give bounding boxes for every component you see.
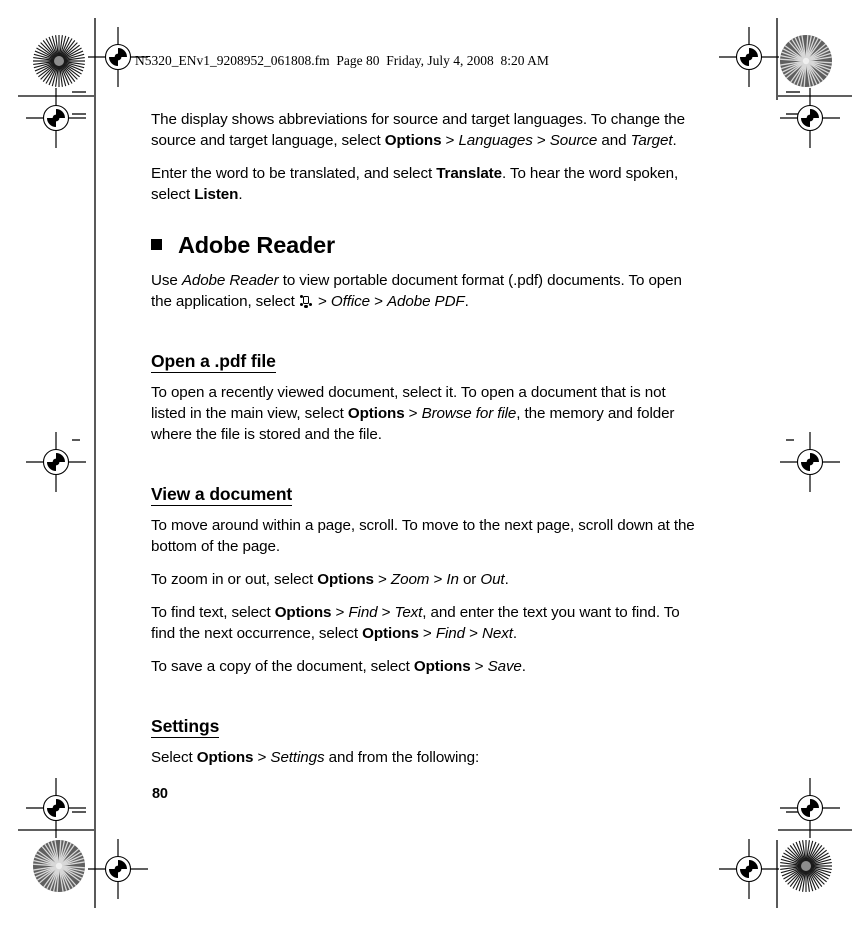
subheading-settings-wrap: Settings: [151, 690, 703, 748]
ui-label-options: Options: [413, 658, 471, 676]
menu-item-text: Text: [394, 604, 423, 622]
menu-item-settings: Settings: [270, 749, 325, 767]
separator: >: [253, 749, 271, 767]
text-run: and: [597, 131, 631, 149]
text-run: Use: [151, 272, 182, 290]
text-run: .: [238, 185, 243, 203]
subheading-open-pdf-wrap: Open a .pdf file: [151, 325, 703, 383]
menu-item-office: Office: [330, 293, 370, 311]
paragraph-display-abbreviations: The display shows abbreviations for sour…: [151, 110, 703, 152]
text-run: .: [512, 625, 517, 643]
text-run: To find text, select: [151, 604, 275, 622]
menu-item-out: Out: [480, 571, 505, 589]
ui-label-options: Options: [347, 405, 405, 423]
text-run: .: [521, 658, 526, 676]
registration-mark-bottom-right-upper: [779, 777, 841, 839]
separator: >: [464, 625, 482, 643]
menu-item-zoom: Zoom: [390, 571, 430, 589]
ui-label-listen: Listen: [194, 185, 239, 203]
text-run: To zoom in or out, select: [151, 571, 318, 589]
paragraph-enter-word: Enter the word to be translated, and sel…: [151, 164, 703, 206]
paragraph-find-text: To find text, select Options > Find > Te…: [151, 603, 703, 645]
paragraph-use-adobe-reader: Use Adobe Reader to view portable docume…: [151, 271, 703, 313]
text-run: .: [464, 293, 469, 311]
paragraph-save-copy: To save a copy of the document, select O…: [151, 657, 703, 678]
separator: >: [313, 293, 331, 311]
chapter-heading-label: Adobe Reader: [178, 231, 335, 258]
page-content: The display shows abbreviations for sour…: [151, 110, 703, 781]
menu-item-save: Save: [487, 658, 522, 676]
text-run: Select: [151, 749, 197, 767]
registration-mark-bottom-left-upper: [25, 777, 87, 839]
separator: >: [404, 405, 422, 423]
registration-mark-top-right: [718, 26, 780, 88]
registration-mark-middle-left: [25, 431, 87, 493]
square-bullet-icon: [151, 238, 162, 250]
subheading-view-document-wrap: View a document: [151, 458, 703, 516]
app-name-adobe-reader: Adobe Reader: [181, 272, 279, 290]
menu-item-find: Find: [348, 604, 378, 622]
registration-mark-middle-right: [779, 431, 841, 493]
menu-item-source: Source: [549, 131, 598, 149]
ui-label-options: Options: [317, 571, 374, 589]
document-slug-line: N5320_ENv1_9208952_061808.fm Page 80 Fri…: [135, 53, 549, 68]
subheading-open-pdf: Open a .pdf file: [151, 351, 276, 374]
separator: >: [331, 604, 349, 622]
ui-label-translate: Translate: [436, 164, 502, 182]
separator: >: [532, 131, 550, 149]
text-run: To move around within a page, scroll. To…: [151, 517, 695, 556]
text-run: To save a copy of the document, select: [151, 658, 414, 676]
text-run: .: [504, 571, 509, 589]
menu-item-target: Target: [630, 131, 673, 149]
menu-item-adobe-pdf: Adobe PDF: [387, 293, 465, 311]
separator: >: [429, 571, 447, 589]
registration-mark-top-left-lower: [25, 87, 87, 149]
paragraph-zoom: To zoom in or out, select Options > Zoom…: [151, 570, 703, 591]
text-run: .: [672, 131, 677, 149]
separator: >: [369, 293, 387, 311]
text-run: Enter the word to be translated, and sel…: [151, 164, 437, 182]
chapter-heading-adobe-reader: Adobe Reader: [151, 231, 703, 258]
text-run: and from the following:: [324, 749, 480, 767]
menu-item-in: In: [446, 571, 459, 589]
registration-mark-bottom-right: [718, 838, 780, 900]
separator: >: [377, 604, 395, 622]
ui-label-options: Options: [274, 604, 332, 622]
menu-item-languages: Languages: [458, 131, 533, 149]
separator: >: [418, 625, 436, 643]
separator: >: [441, 131, 459, 149]
star-target-bottom-left: [32, 839, 86, 893]
star-target-bottom-right: [779, 839, 833, 893]
separator: >: [373, 571, 391, 589]
ui-label-options: Options: [196, 749, 254, 767]
star-target-top-left: [32, 34, 86, 88]
menu-item-find: Find: [435, 625, 465, 643]
text-run: or: [458, 571, 481, 589]
separator: >: [470, 658, 488, 676]
menu-key-icon: [299, 294, 313, 309]
subheading-view-document: View a document: [151, 484, 292, 507]
paragraph-open-document: To open a recently viewed document, sele…: [151, 383, 703, 446]
subheading-settings: Settings: [151, 716, 219, 739]
ui-label-options: Options: [384, 131, 442, 149]
registration-mark-bottom-left: [87, 838, 149, 900]
paragraph-move-around: To move around within a page, scroll. To…: [151, 516, 703, 558]
page-number: 80: [152, 786, 168, 802]
menu-item-browse-for-file: Browse for file: [421, 405, 517, 423]
menu-item-next: Next: [482, 625, 513, 643]
registration-mark-top-right-lower: [779, 87, 841, 149]
star-target-top-right: [779, 34, 833, 88]
paragraph-settings: Select Options > Settings and from the f…: [151, 748, 703, 769]
ui-label-options: Options: [362, 625, 419, 643]
